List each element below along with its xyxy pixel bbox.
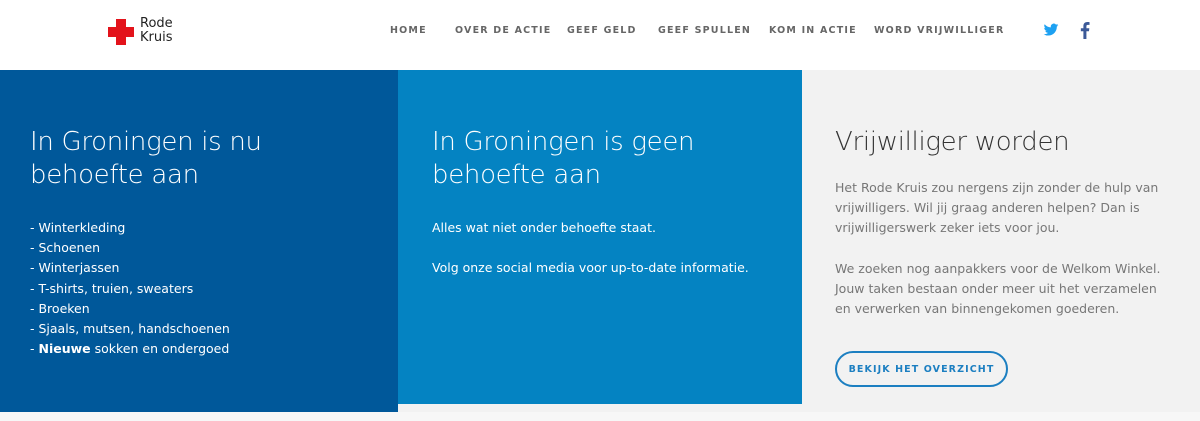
no-need-panel: In Groningen is geen behoefte aan Alles …	[398, 70, 802, 404]
no-need-heading: In Groningen is geen behoefte aan	[432, 126, 695, 192]
list-item: - Winterkleding	[30, 220, 126, 235]
divider-strip	[398, 404, 802, 412]
nav-item-geef-geld[interactable]: GEEF GELD	[567, 25, 637, 36]
red-cross-icon	[108, 19, 134, 45]
rode-kruis-logo[interactable]: Rode Kruis	[108, 17, 173, 45]
bottom-strip	[0, 412, 1200, 421]
list-item-suffix: sokken en ondergoed	[90, 341, 230, 357]
list-item: - T-shirts, truien, sweaters	[30, 280, 194, 296]
facebook-icon[interactable]	[1080, 22, 1090, 44]
nav-item-word-vrijwilliger[interactable]: WORD VRIJWILLIGER	[874, 25, 1004, 36]
no-need-heading-line-2: behoefte aan	[432, 160, 601, 190]
site-header: Rode Kruis HOME OVER DE ACTIE GEEF GELD …	[0, 0, 1200, 70]
need-panel: In Groningen is nu behoefte aan - Winter…	[0, 70, 398, 412]
list-item: - Winterjassen	[30, 260, 120, 276]
list-item: - Broeken	[30, 300, 90, 316]
no-need-heading-line-1: In Groningen is geen	[432, 127, 695, 157]
logo-line-1: Rode	[140, 16, 173, 31]
need-heading: In Groningen is nu behoefte aan	[30, 126, 262, 192]
need-heading-line-2: behoefte aan	[30, 160, 199, 190]
volunteer-text-1: Het Rode Kruis zou nergens zijn zonder d…	[835, 180, 1159, 236]
list-item: - Sjaals, mutsen, handschoenen	[30, 321, 230, 337]
no-need-text-1: Alles wat niet onder behoefte staat.	[432, 220, 656, 235]
nav-item-geef-spullen[interactable]: GEEF SPULLEN	[658, 25, 751, 36]
volunteer-heading: Vrijwilliger worden	[835, 127, 1070, 157]
logo-line-2: Kruis	[140, 30, 173, 45]
need-list: - Winterkleding - Schoenen - Winterjasse…	[30, 218, 230, 359]
nav-item-over-de-actie[interactable]: OVER DE ACTIE	[455, 25, 551, 36]
nav-item-kom-in-actie[interactable]: KOM IN ACTIE	[769, 25, 857, 36]
twitter-icon[interactable]	[1043, 22, 1059, 43]
list-item: - Schoenen	[30, 240, 101, 256]
list-item: - Nieuwe sokken en ondergoed	[30, 339, 230, 359]
volunteer-panel: Vrijwilliger worden Het Rode Kruis zou n…	[802, 70, 1200, 412]
need-heading-line-1: In Groningen is nu	[30, 127, 262, 157]
nav-item-home[interactable]: HOME	[390, 25, 427, 36]
list-item-bold: Nieuwe	[38, 341, 91, 357]
view-overview-button[interactable]: BEKIJK HET OVERZICHT	[835, 351, 1008, 387]
logo-text: Rode Kruis	[140, 17, 173, 45]
volunteer-text-2: We zoeken nog aanpakkers voor de Welkom …	[835, 261, 1161, 317]
no-need-text-2: Volg onze social media voor up-to-date i…	[432, 260, 749, 275]
